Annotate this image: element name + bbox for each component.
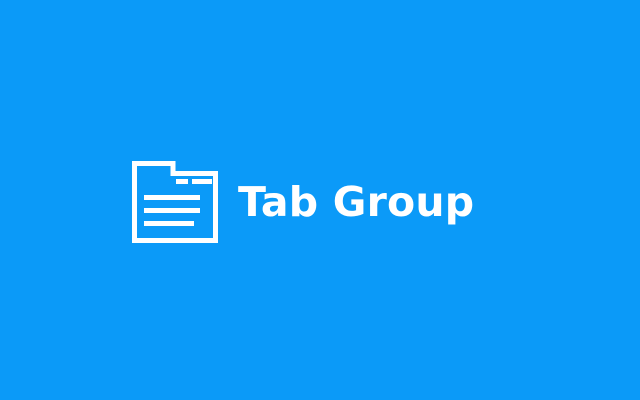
splash-screen: Tab Group — [0, 0, 640, 400]
tab-group-icon — [132, 161, 218, 243]
app-logo: Tab Group — [132, 161, 474, 243]
app-name: Tab Group — [238, 178, 475, 226]
